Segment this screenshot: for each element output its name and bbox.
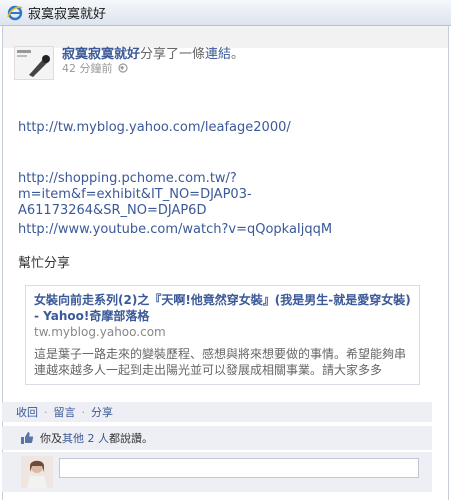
shop-url-line-3: A61173264&SR_NO=DJAP6D bbox=[18, 203, 207, 218]
shop-url-line-2: m=item&f=exhibit&IT_NO=DJAP03- bbox=[18, 187, 252, 202]
avatar-image bbox=[15, 47, 53, 79]
likes-summary: 你及其他 2 人都說讚。 bbox=[2, 426, 432, 450]
post-meta: 42 分鐘前 bbox=[62, 60, 128, 76]
link-attachment[interactable]: 女裝向前走系列(2)之『天啊!他竟然穿女裝』(我是男生-就是愛穿女裝) - Ya… bbox=[25, 285, 420, 385]
privacy-globe-icon[interactable] bbox=[117, 63, 128, 73]
blog-url-link[interactable]: http://tw.myblog.yahoo.com/leafage2000/ bbox=[18, 120, 291, 136]
likes-prefix: 你及 bbox=[40, 432, 62, 445]
separator: · bbox=[81, 405, 86, 419]
shop-url-link[interactable]: http://shopping.pchome.com.tw/? m=item&f… bbox=[18, 171, 252, 219]
share-link[interactable]: 分享 bbox=[91, 404, 113, 420]
likes-others-link[interactable]: 其他 2 人 bbox=[62, 432, 109, 445]
shop-url-line-1: http://shopping.pchome.com.tw/? bbox=[18, 171, 237, 186]
thumbs-up-icon bbox=[21, 432, 34, 444]
attachment-description: 這是葉子一路走來的變裝歷程、感想與將來想要做的事情。希望能夠串連越來越多人一起到… bbox=[34, 347, 407, 377]
comment-input[interactable] bbox=[59, 458, 419, 478]
likes-suffix: 都說讚。 bbox=[109, 432, 153, 445]
separator: · bbox=[44, 405, 48, 419]
post-actions: 收回 · 留言 · 分享 bbox=[2, 402, 432, 422]
likes-text: 你及其他 2 人都說讚。 bbox=[40, 430, 153, 446]
browser-title-bar: 寂寞寂寞就好 bbox=[0, 0, 451, 26]
attachment-domain: tw.myblog.yahoo.com bbox=[34, 325, 166, 339]
viewer-avatar-image bbox=[21, 456, 53, 488]
author-avatar[interactable] bbox=[14, 46, 54, 80]
internet-explorer-icon bbox=[7, 5, 23, 20]
post-message: 幫忙分享 bbox=[18, 256, 71, 271]
period: 。 bbox=[231, 47, 245, 62]
youtube-url-link[interactable]: http://www.youtube.com/watch?v=qQopkaIjq… bbox=[18, 222, 332, 238]
comment-composer bbox=[2, 452, 432, 492]
attachment-title[interactable]: 女裝向前走系列(2)之『天啊!他竟然穿女裝』(我是男生-就是愛穿女裝) - Ya… bbox=[34, 292, 414, 324]
link-word[interactable]: 連結 bbox=[205, 47, 231, 62]
viewer-avatar bbox=[21, 456, 53, 488]
unlike-link[interactable]: 收回 bbox=[16, 404, 38, 420]
post-time[interactable]: 42 分鐘前 bbox=[62, 60, 113, 76]
shared-text: 分享了一條 bbox=[140, 47, 206, 62]
window-title: 寂寞寂寞就好 bbox=[28, 7, 107, 22]
comment-link[interactable]: 留言 bbox=[54, 404, 76, 420]
